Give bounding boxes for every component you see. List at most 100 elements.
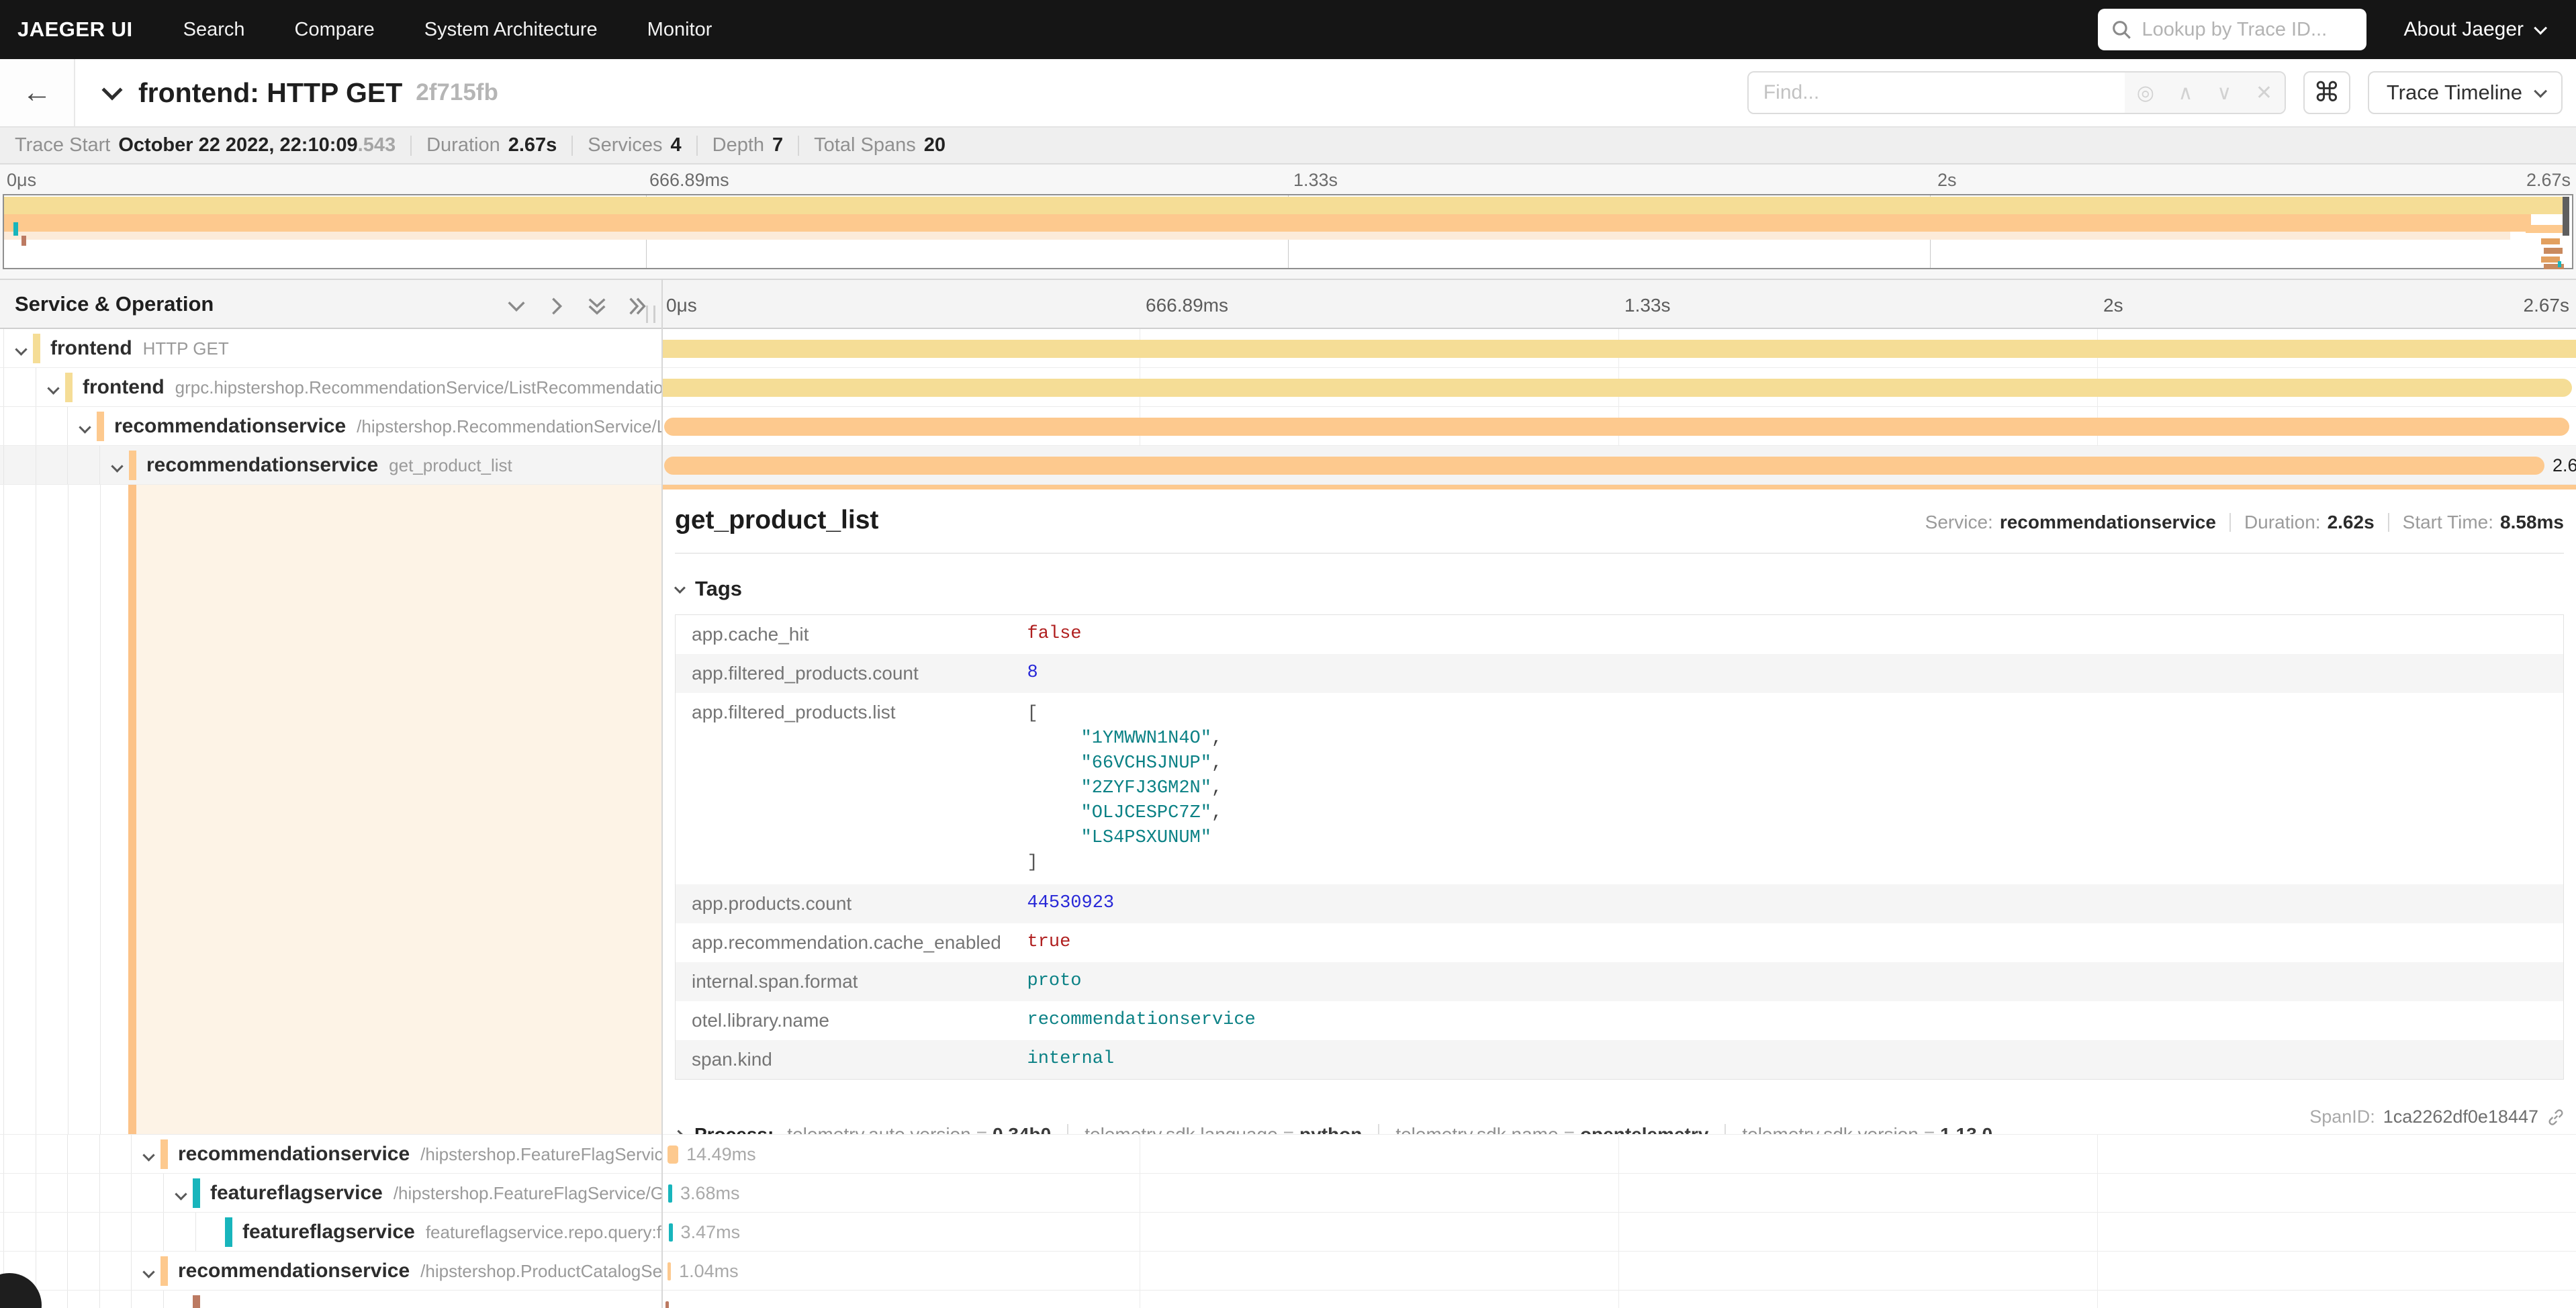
span-row[interactable]: recommendationservice/hipstershop.Produc… bbox=[0, 1252, 2576, 1291]
minimap-span-strip bbox=[4, 214, 2531, 232]
comma: , bbox=[1211, 803, 1222, 823]
minimap-tick: 666.89ms bbox=[649, 170, 729, 191]
indent-guide bbox=[3, 1213, 4, 1251]
jaeger-logo[interactable]: JAEGER UI bbox=[0, 17, 158, 42]
chevron-down-icon[interactable] bbox=[47, 382, 59, 394]
trace-view-selector[interactable]: Trace Timeline bbox=[2368, 71, 2563, 114]
process-item: telemetry.sdk.name=opentelemetry bbox=[1378, 1124, 1724, 1134]
nav-item-compare[interactable]: Compare bbox=[270, 19, 400, 41]
span-bar[interactable] bbox=[668, 1184, 672, 1203]
span-row[interactable]: frontendHTTP GET bbox=[0, 329, 2576, 368]
services-value: 4 bbox=[671, 134, 682, 156]
expand-one-icon[interactable] bbox=[545, 295, 568, 318]
column-divider[interactable] bbox=[661, 279, 663, 1308]
equals-sign: = bbox=[971, 1124, 993, 1134]
minimap-span-mark bbox=[13, 222, 18, 236]
span-bar[interactable] bbox=[668, 1262, 671, 1280]
prev-match-icon[interactable]: ∧ bbox=[2178, 81, 2193, 105]
nav-item-system-architecture[interactable]: System Architecture bbox=[400, 19, 623, 41]
span-row[interactable]: recommendationserviceget_product_list2.6… bbox=[0, 446, 2576, 485]
minimap-drag-handle[interactable] bbox=[2563, 197, 2569, 236]
span-timeline-cell bbox=[661, 329, 2576, 367]
expand-all-icon[interactable] bbox=[626, 295, 649, 318]
span-timeline-cell: 3.47ms bbox=[661, 1213, 2576, 1251]
chevron-down-icon[interactable] bbox=[15, 343, 27, 355]
span-bar[interactable] bbox=[661, 379, 2572, 397]
tags-section-toggle[interactable]: Tags bbox=[675, 577, 2564, 601]
span-row[interactable]: featureflagservicefeatureflagservice.rep… bbox=[0, 1213, 2576, 1252]
nav-item-search[interactable]: Search bbox=[158, 19, 270, 41]
span-timeline-cell bbox=[661, 1291, 2576, 1308]
trace-start-value: October 22 2022, 22:10:09 bbox=[118, 134, 357, 156]
indent-guide bbox=[3, 1174, 4, 1212]
span-bar[interactable] bbox=[668, 1146, 678, 1164]
back-button[interactable]: ← bbox=[0, 59, 75, 126]
find-input[interactable] bbox=[1749, 73, 2125, 113]
chevron-right-icon[interactable] bbox=[674, 1129, 684, 1134]
tag-value: 44530923 bbox=[1011, 884, 2564, 923]
shortcuts-button[interactable]: ⌘ bbox=[2303, 71, 2350, 114]
minimap-span-mark bbox=[2541, 238, 2560, 244]
service-label: Service: bbox=[1925, 512, 1993, 533]
chevron-down-icon[interactable] bbox=[79, 421, 91, 433]
tag-row: app.products.count44530923 bbox=[676, 884, 2564, 923]
collapse-all-icon[interactable] bbox=[586, 295, 608, 318]
span-bar[interactable] bbox=[664, 418, 2569, 436]
span-row[interactable]: featureflagservice/hipstershop.FeatureFl… bbox=[0, 1174, 2576, 1213]
tag-key: otel.library.name bbox=[676, 1001, 1011, 1040]
process-item: telemetry.sdk.version=1.13.0 bbox=[1724, 1124, 2009, 1134]
span-bar[interactable] bbox=[669, 1223, 673, 1242]
tags-table: app.cache_hitfalseapp.filtered_products.… bbox=[675, 614, 2564, 1080]
span-bar[interactable] bbox=[661, 340, 2576, 358]
chevron-down-icon[interactable] bbox=[142, 1266, 154, 1278]
span-bar[interactable] bbox=[665, 1301, 669, 1308]
clear-find-icon[interactable]: ✕ bbox=[2256, 81, 2272, 105]
collapse-trace-chevron-icon[interactable] bbox=[101, 79, 122, 100]
about-jaeger-menu[interactable]: About Jaeger bbox=[2404, 18, 2544, 41]
chevron-down-icon bbox=[2534, 21, 2547, 35]
minimap-span-mark bbox=[2541, 256, 2560, 263]
span-duration-label: 14.49ms bbox=[686, 1144, 756, 1165]
span-row[interactable] bbox=[0, 1291, 2576, 1308]
span-operation-name: featureflagservice.repo.query:fe... bbox=[426, 1222, 661, 1242]
trace-id-input[interactable] bbox=[2142, 19, 2354, 41]
span-color-bar bbox=[129, 451, 136, 480]
next-match-icon[interactable]: ∨ bbox=[2217, 81, 2232, 105]
span-color-bar bbox=[225, 1217, 232, 1247]
indent-guide bbox=[131, 1213, 132, 1251]
chevron-down-icon[interactable] bbox=[111, 460, 123, 472]
span-row[interactable]: recommendationservice/hipstershop.Featur… bbox=[0, 1135, 2576, 1174]
search-icon bbox=[2110, 18, 2133, 41]
tag-value: false bbox=[1011, 615, 2564, 655]
chevron-down-icon[interactable] bbox=[142, 1149, 154, 1161]
column-resize-grip[interactable] bbox=[646, 306, 655, 323]
span-bar[interactable] bbox=[664, 457, 2544, 475]
span-operation-name: get_product_list bbox=[389, 455, 512, 475]
tag-scalar-value: true bbox=[1027, 932, 1071, 952]
tag-value: internal bbox=[1011, 1040, 2564, 1080]
nav-item-monitor[interactable]: Monitor bbox=[623, 19, 737, 41]
indent-guide bbox=[131, 1252, 132, 1290]
expand-collapse-controls bbox=[505, 295, 649, 318]
indent-guide bbox=[99, 1252, 100, 1290]
jaeger-trace-page: JAEGER UI Search Compare System Architec… bbox=[0, 0, 2576, 1308]
minimap-canvas[interactable] bbox=[3, 194, 2573, 269]
divider bbox=[798, 136, 799, 156]
span-detail-highlight bbox=[136, 485, 661, 1134]
deep-link-icon[interactable] bbox=[2546, 1108, 2565, 1127]
collapse-one-icon[interactable] bbox=[505, 295, 528, 318]
indent-guide bbox=[99, 1174, 100, 1212]
indent-guide bbox=[195, 1213, 196, 1251]
span-row[interactable]: frontendgrpc.hipstershop.RecommendationS… bbox=[0, 368, 2576, 407]
indent-guide bbox=[99, 1135, 100, 1173]
tag-list-item: "OLJCESPC7Z", bbox=[1027, 801, 2557, 826]
span-row[interactable]: recommendationservice/hipstershop.Recomm… bbox=[0, 407, 2576, 446]
divider bbox=[2229, 513, 2231, 532]
span-service-name: recommendationserviceget_product_list bbox=[146, 454, 512, 477]
chevron-down-icon[interactable] bbox=[175, 1188, 187, 1200]
span-detail-header: get_product_list Service: recommendation… bbox=[675, 506, 2564, 554]
indent-guide bbox=[131, 1135, 132, 1173]
trace-id-lookup[interactable] bbox=[2098, 9, 2366, 50]
timeline-tick: 0μs bbox=[666, 295, 697, 316]
match-locate-icon[interactable]: ◎ bbox=[2137, 81, 2154, 105]
